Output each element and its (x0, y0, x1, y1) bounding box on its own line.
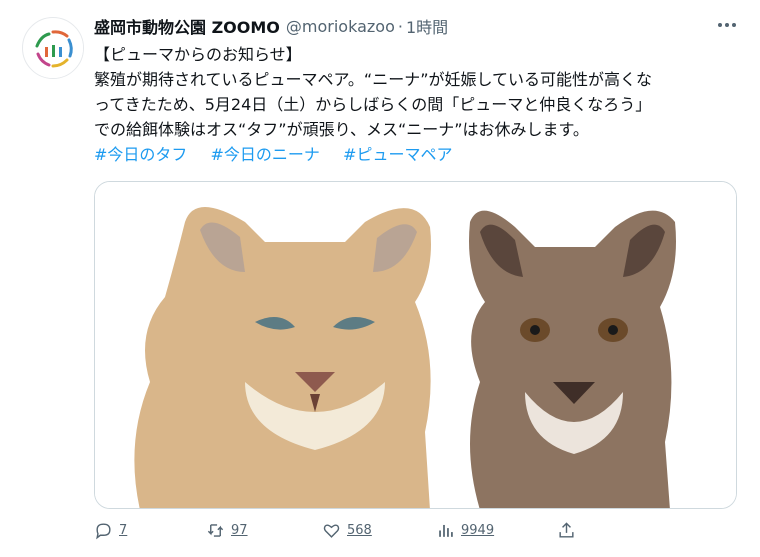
tweet-text-line: ってきたため、5月24日（土）からしばらくの間「ピューマと仲良くなろう」 (94, 95, 652, 114)
tweet-text-line: での給餌体験はオス“タフ”が頑張り、メス“ニーナ”はお休みします。 (94, 120, 589, 139)
avatar[interactable] (22, 17, 84, 79)
hashtag-row: #今日のタフ #今日のニーナ #ピューマペア (94, 142, 734, 167)
more-dot (725, 23, 729, 27)
tweet-card[interactable]: 盛岡市動物公園 ZOOMO @moriokazoo · 1時間 【ピューマからの… (0, 0, 760, 557)
author-handle[interactable]: @moriokazoo (286, 17, 395, 36)
reply-count[interactable]: 7 (119, 523, 127, 538)
retweet-icon (207, 523, 224, 537)
tweet-text: 【ピューマからのお知らせ】 繁殖が期待されているピューマペア。“ニーナ”が妊娠し… (94, 42, 734, 167)
like-button[interactable]: 568 (322, 518, 372, 542)
puma-tough-image (134, 207, 431, 508)
reply-icon (96, 522, 111, 539)
share-icon (559, 521, 574, 538)
retweet-count[interactable]: 97 (231, 523, 248, 538)
retweet-button[interactable]: 97 (206, 518, 248, 542)
heart-icon (323, 523, 340, 538)
hashtag-link[interactable]: #今日のタフ (94, 145, 187, 164)
tweet-media[interactable] (94, 181, 737, 509)
tweet-text-line: 【ピューマからのお知らせ】 (94, 45, 302, 64)
puma-nina-image (469, 210, 677, 508)
share-button[interactable] (557, 518, 582, 542)
more-dot (732, 23, 736, 27)
reply-button[interactable]: 7 (94, 518, 127, 542)
tweet-header: 盛岡市動物公園 ZOOMO @moriokazoo · 1時間 (94, 14, 448, 38)
timestamp[interactable]: 1時間 (406, 14, 448, 38)
zoo-logo-icon (24, 19, 83, 78)
tweet-text-line: 繁殖が期待されているピューマペア。“ニーナ”が妊娠している可能性が高くな (94, 70, 653, 89)
like-count[interactable]: 568 (347, 523, 372, 538)
hashtag-link[interactable]: #今日のニーナ (211, 145, 320, 164)
analytics-icon (439, 524, 453, 537)
more-options-button[interactable] (714, 12, 740, 38)
view-count[interactable]: 9949 (461, 523, 494, 538)
views-button[interactable]: 9949 (436, 518, 494, 542)
puma-pair-image (95, 182, 736, 508)
hashtag-link[interactable]: #ピューマペア (343, 145, 452, 164)
tweet-actions: 7 97 568 9949 (94, 518, 614, 542)
more-dots-icon (718, 23, 722, 27)
separator-dot: · (397, 16, 403, 36)
author-name[interactable]: 盛岡市動物公園 ZOOMO (94, 14, 280, 38)
